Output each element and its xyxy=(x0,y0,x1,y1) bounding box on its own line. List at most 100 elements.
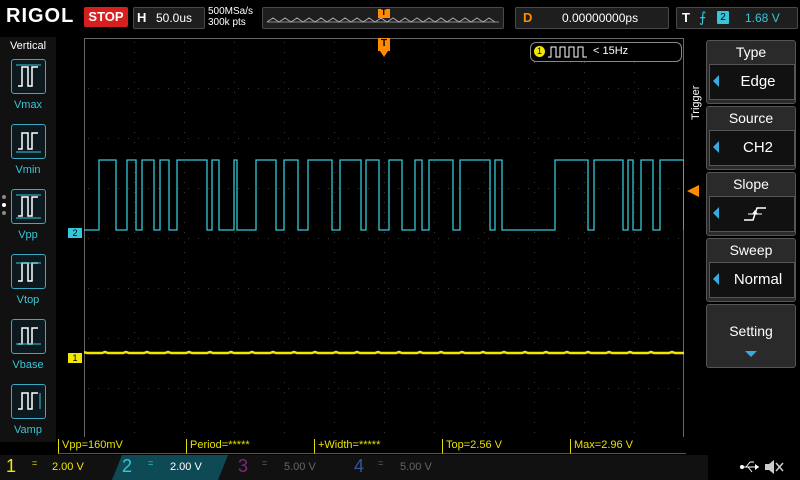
trigger-sweep-softkey[interactable]: Sweep Normal xyxy=(706,238,796,302)
vmax-label: Vmax xyxy=(13,99,43,111)
channel-2-scale: 2.00 V xyxy=(170,461,202,473)
setting-title: Setting xyxy=(729,323,773,339)
memory-overview-bar[interactable]: T xyxy=(262,7,504,29)
type-value-box: Edge xyxy=(709,64,795,100)
channel-bar: 1 = 2.00 V 2 = 2.00 V 3 = 5.00 V 4 = 5.0… xyxy=(0,455,800,480)
rising-edge-icon: ⨍ xyxy=(699,9,707,25)
measurement-max[interactable]: Max=2.96 V xyxy=(570,439,686,454)
page-indicator xyxy=(2,195,6,219)
channel-1-number: 1 xyxy=(6,456,17,476)
type-value: Edge xyxy=(740,73,776,90)
vbase-button[interactable] xyxy=(11,319,46,354)
channel-2-tab[interactable]: 2 = 2.00 V xyxy=(112,455,228,480)
source-value: CH2 xyxy=(742,139,773,156)
vmax-icon xyxy=(16,64,41,87)
channel-4-coupling: = xyxy=(378,458,384,468)
delay-box[interactable]: D 0.00000000ps xyxy=(515,7,669,29)
pulse-train-icon xyxy=(548,46,587,58)
channel-4-scale: 5.00 V xyxy=(400,461,432,473)
trigger-key: T xyxy=(682,10,690,25)
delay-value: 0.00000000ps xyxy=(562,11,639,25)
trigger-type-softkey[interactable]: Type Edge xyxy=(706,40,796,104)
measurement-bar: Vpp=160mV Period=***** +Width=***** Top=… xyxy=(58,437,688,455)
left-arrow-icon xyxy=(713,141,719,153)
sound-mute-icon xyxy=(765,460,784,474)
trigger-level-marker[interactable] xyxy=(687,184,699,197)
sweep-value: Normal xyxy=(733,271,783,288)
channel-3-scale: 5.00 V xyxy=(284,461,316,473)
page-dot xyxy=(2,195,6,199)
vpp-button[interactable] xyxy=(11,189,46,224)
left-arrow-icon xyxy=(713,75,719,87)
rising-edge-icon xyxy=(744,207,766,221)
vamp-button[interactable] xyxy=(11,384,46,419)
measurement-period[interactable]: Period=***** xyxy=(186,439,315,454)
sample-rate: 500MSa/s xyxy=(208,6,254,17)
trigger-slope-softkey[interactable]: Slope xyxy=(706,172,796,236)
ch2-offset-marker[interactable]: 2 xyxy=(68,228,82,238)
vmin-label: Vmin xyxy=(15,164,41,176)
counter-channel-badge: 1 xyxy=(534,46,545,57)
delay-key: D xyxy=(523,10,533,25)
trigger-level-arrow-icon xyxy=(687,185,699,197)
ch2-waveform xyxy=(84,159,684,231)
channel-3-coupling: = xyxy=(262,458,268,468)
channel-1-tab[interactable]: 1 = 2.00 V xyxy=(0,455,110,480)
channel-2-coupling: = xyxy=(148,458,154,468)
vtop-icon xyxy=(16,262,41,282)
timebase-box[interactable]: H 50.0us xyxy=(133,7,205,29)
frequency-value: < 15Hz xyxy=(593,45,629,57)
acquisition-info: 500MSa/s 300k pts xyxy=(208,6,253,28)
measurement-top[interactable]: Top=2.56 V xyxy=(442,439,571,454)
vpp-label: Vpp xyxy=(18,229,38,241)
trigger-position-marker[interactable]: T xyxy=(378,38,390,58)
vtop-label: Vtop xyxy=(16,294,40,306)
chevron-down-icon xyxy=(745,351,757,357)
overview-trigger-marker: T xyxy=(381,7,387,17)
left-arrow-icon xyxy=(713,273,719,285)
source-title: Source xyxy=(728,110,774,126)
frequency-counter-badge[interactable]: 1 < 15Hz xyxy=(530,42,682,62)
slope-value-box xyxy=(709,196,795,232)
channel-1-coupling: = xyxy=(32,458,38,468)
sweep-value-box: Normal xyxy=(709,262,795,298)
sweep-title: Sweep xyxy=(729,242,773,258)
source-value-box: CH2 xyxy=(709,130,795,166)
trigger-level-value: 1.68 V xyxy=(745,11,780,25)
page-dot-active xyxy=(2,203,6,207)
vmin-button[interactable] xyxy=(11,124,46,159)
channel-3-tab[interactable]: 3 = 5.00 V xyxy=(232,455,342,480)
vmin-icon xyxy=(16,132,41,153)
channel-2-number: 2 xyxy=(122,456,133,476)
trigger-channel-badge: 2 xyxy=(717,11,729,24)
vamp-label: Vamp xyxy=(14,424,42,436)
ch1-offset-marker[interactable]: 1 xyxy=(68,353,82,363)
status-icons xyxy=(708,455,800,480)
usb-icon xyxy=(740,461,759,473)
channel-4-tab[interactable]: 4 = 5.00 V xyxy=(348,455,458,480)
channel-3-number: 3 xyxy=(238,456,249,476)
top-status-bar: RIGOL STOP H 50.0us 500MSa/s 300k pts T … xyxy=(0,0,800,36)
memory-depth: 300k pts xyxy=(208,17,246,28)
graticule xyxy=(84,38,684,438)
horizontal-key: H xyxy=(137,10,147,25)
slope-title: Slope xyxy=(733,176,769,192)
waveform-display[interactable] xyxy=(84,38,684,438)
vtop-button[interactable] xyxy=(11,254,46,289)
vpp-icon xyxy=(16,194,41,219)
trigger-status-box[interactable]: T ⨍ 2 1.68 V xyxy=(676,7,798,29)
vbase-label: Vbase xyxy=(12,359,44,371)
trigger-source-softkey[interactable]: Source CH2 xyxy=(706,106,796,170)
vbase-icon xyxy=(16,327,41,345)
brand-logo: RIGOL xyxy=(6,5,75,27)
trigger-setting-softkey[interactable]: Setting xyxy=(706,304,796,368)
measurement-vpp[interactable]: Vpp=160mV xyxy=(58,439,187,454)
measurement-width[interactable]: +Width=***** xyxy=(314,439,443,454)
panel-title: Vertical xyxy=(9,40,47,52)
vertical-measure-panel: Vertical Vmax Vmin Vpp Vtop Vbase Vamp xyxy=(0,37,56,442)
vmax-button[interactable] xyxy=(11,59,46,94)
run-stop-button[interactable]: STOP xyxy=(84,7,128,27)
trigger-menu-title: Trigger xyxy=(690,85,702,120)
page-dot xyxy=(2,211,6,215)
left-arrow-icon xyxy=(713,207,719,219)
